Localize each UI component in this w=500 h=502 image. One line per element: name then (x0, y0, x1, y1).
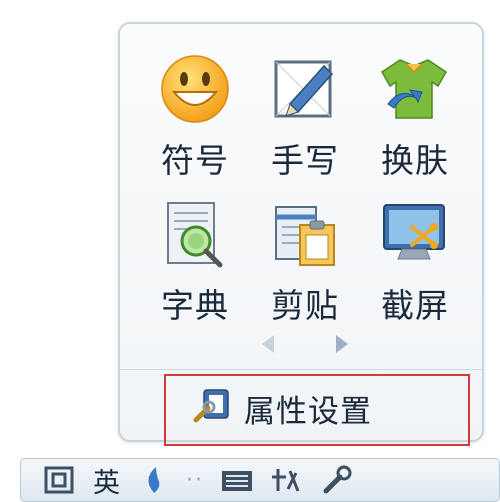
tool-screenshot[interactable]: 截屏 (360, 191, 470, 336)
moon-punctuation-icon[interactable] (136, 465, 170, 495)
ime-logo-icon[interactable] (43, 465, 77, 495)
settings-label: 属性设置 (244, 394, 372, 430)
tool-label: 字典 (161, 286, 229, 325)
input-mode-toggle[interactable]: 英 (93, 461, 120, 500)
wrench-icon[interactable] (320, 465, 354, 495)
divider (120, 369, 482, 370)
dictionary-magnifier-icon (167, 202, 223, 268)
handwriting-pen-icon (274, 60, 334, 118)
triangle-right-icon[interactable] (334, 333, 350, 355)
tool-label: 截屏 (381, 286, 449, 325)
tool-label: 符号 (161, 141, 229, 180)
settings-button[interactable]: 属性设置 (164, 374, 470, 446)
tool-pager (260, 329, 350, 359)
tool-symbols[interactable]: 符号 (140, 46, 250, 191)
ime-tools-popup: 符号 手写 换肤 字典 剪贴 截屏 属性设置 (118, 22, 484, 446)
tool-label: 手写 (271, 141, 339, 180)
tool-clipboard[interactable]: 剪贴 (250, 191, 360, 336)
separator-dots: ·· (186, 467, 204, 493)
smiley-face-icon (161, 55, 229, 123)
settings-wrench-icon (193, 389, 229, 423)
triangle-left-icon[interactable] (260, 333, 276, 355)
screenshot-icon (383, 204, 445, 260)
tool-skin[interactable]: 换肤 (360, 46, 470, 191)
tool-label: 剪贴 (271, 286, 339, 325)
tool-handwriting[interactable]: 手写 (250, 46, 360, 191)
clipboard-icon (275, 206, 335, 266)
traditional-simplified-icon[interactable] (270, 465, 304, 495)
tool-label: 换肤 (381, 141, 449, 180)
ime-status-bar: 英 ·· (20, 458, 500, 502)
tool-dictionary[interactable]: 字典 (140, 191, 250, 336)
keyboard-icon[interactable] (220, 465, 254, 495)
tool-grid: 符号 手写 换肤 字典 剪贴 截屏 (140, 46, 470, 336)
skin-shirt-icon (381, 59, 447, 119)
